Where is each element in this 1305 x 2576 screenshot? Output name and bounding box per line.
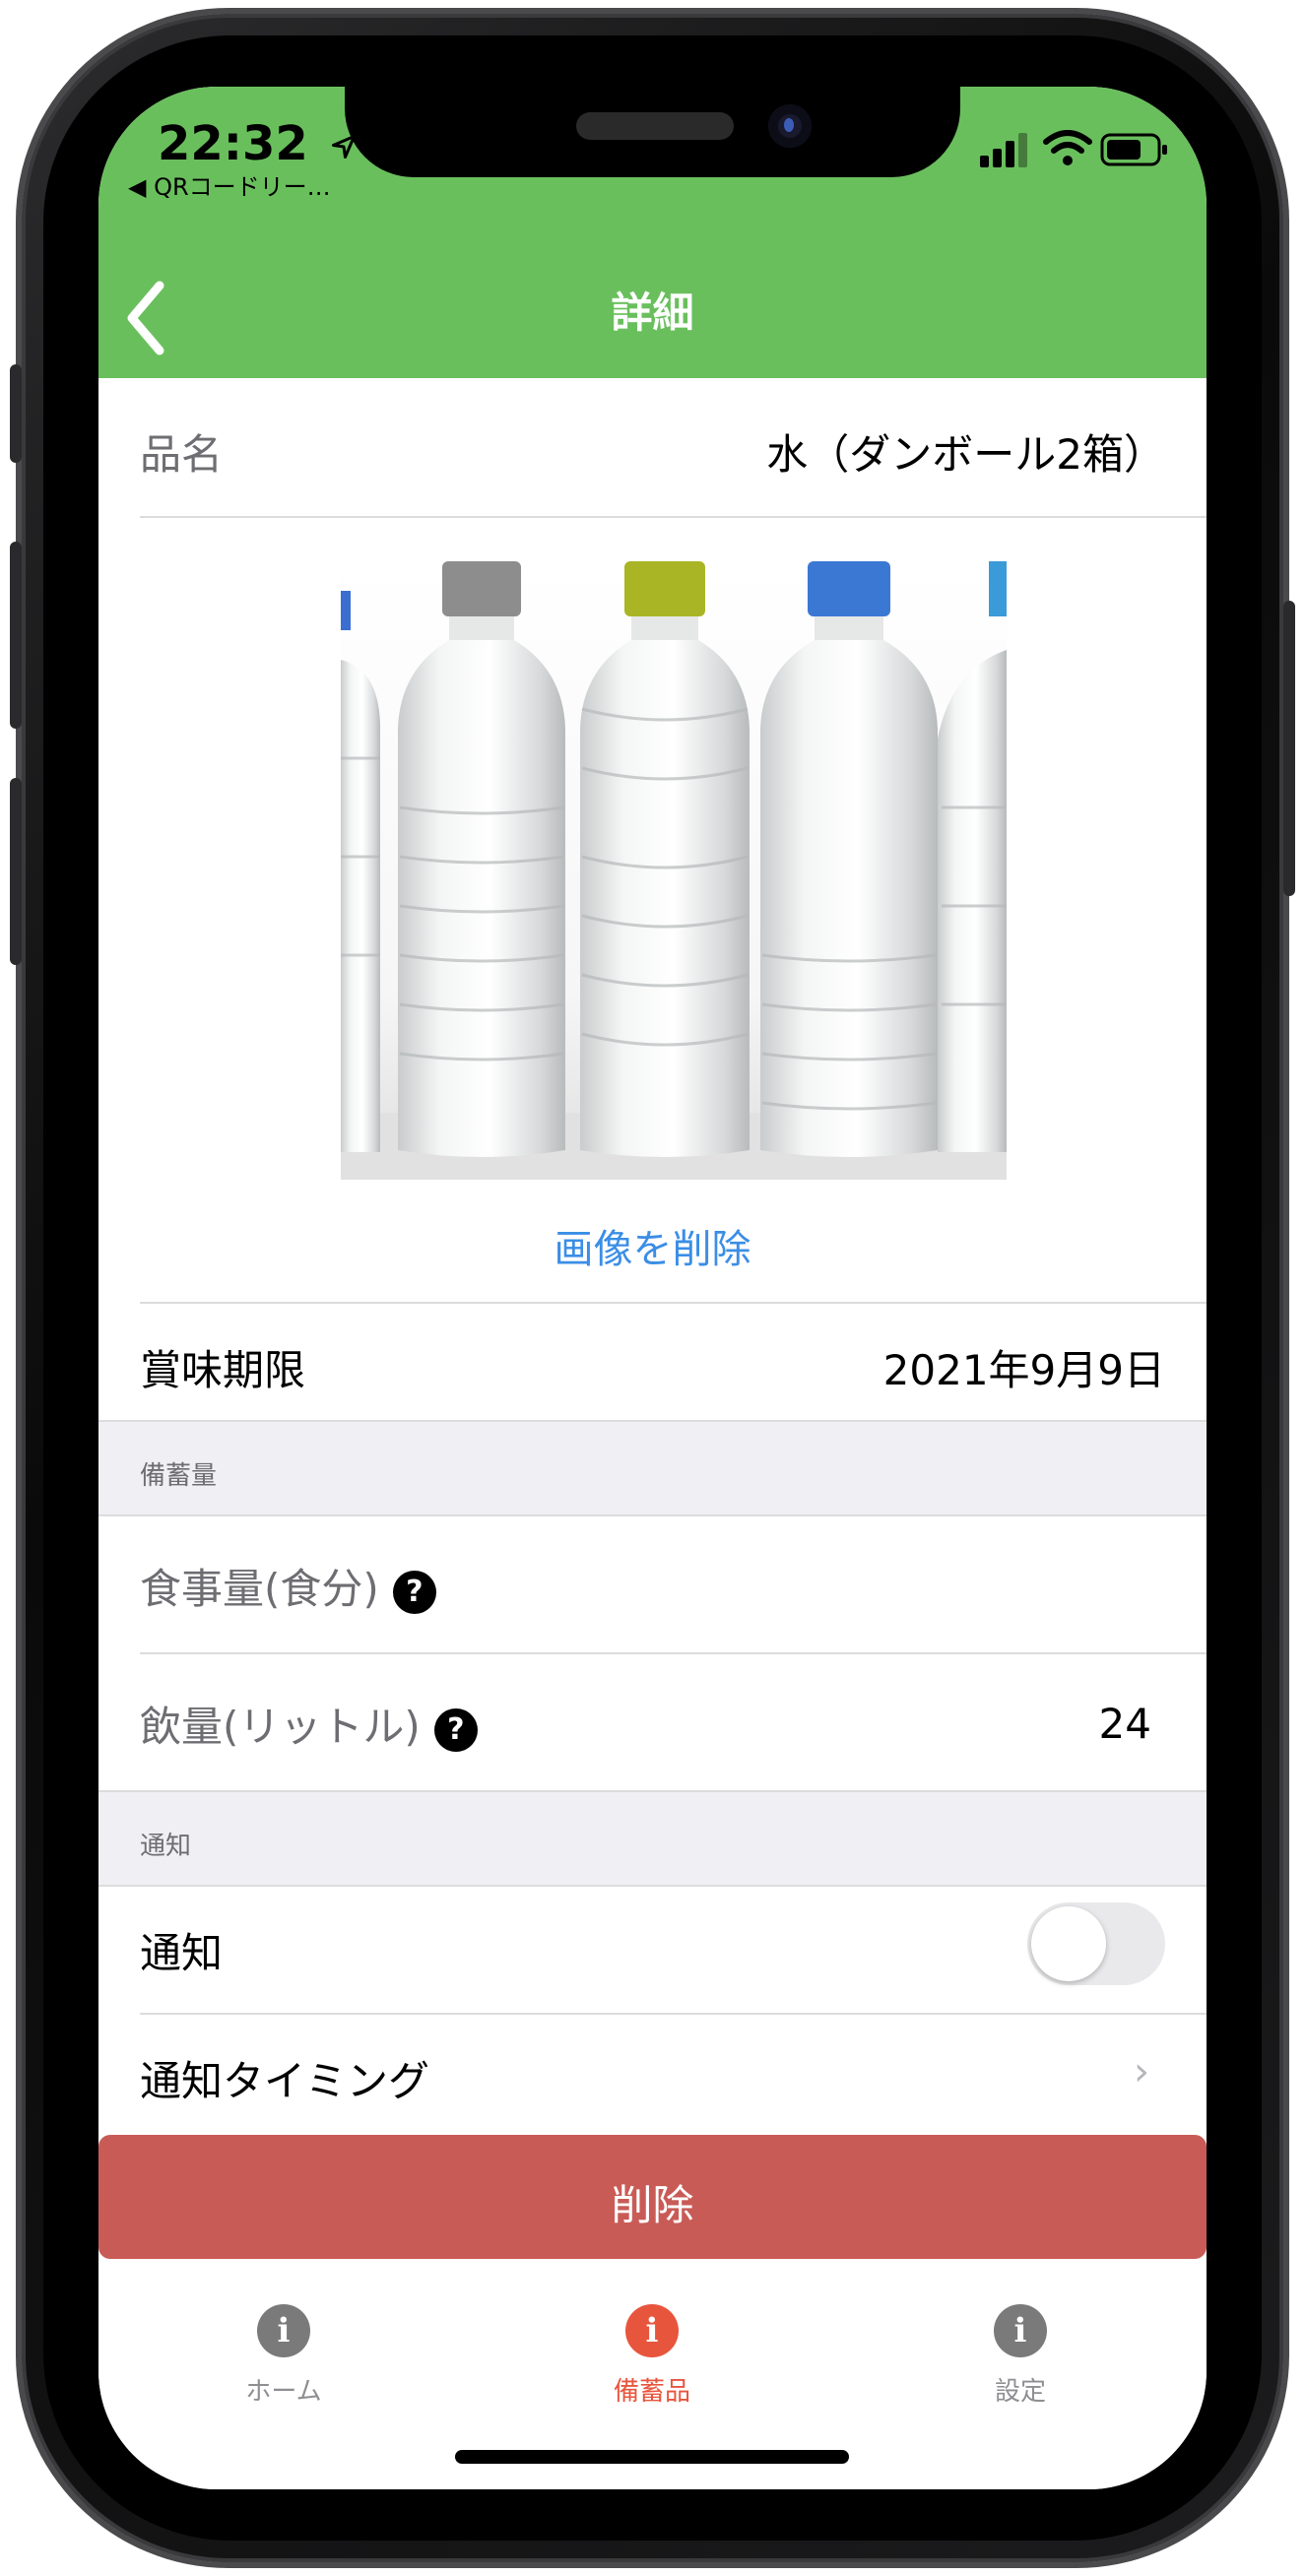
expiry-value[interactable]: 2021年9月9日 <box>883 1337 1165 1397</box>
volume-up-button <box>10 542 22 729</box>
mute-switch <box>10 364 22 463</box>
water-bottles-image <box>341 561 1007 1180</box>
meals-label: 食事量(食分)? <box>140 1556 436 1616</box>
chevron-right-icon: › <box>1134 2049 1149 2094</box>
tab-home[interactable]: i ホーム <box>185 2304 382 2408</box>
notify-section-header: 通知 <box>98 1792 1207 1885</box>
notify-section-title: 通知 <box>140 1832 192 1861</box>
product-photo[interactable] <box>341 561 1007 1180</box>
volume-down-button <box>10 778 22 965</box>
product-name-value[interactable]: 水（ダンボール2箱） <box>766 421 1165 482</box>
stock-section-title: 備蓄量 <box>140 1461 218 1491</box>
meals-row[interactable]: 食事量(食分)? <box>98 1516 1207 1652</box>
delete-button[interactable]: 削除 <box>98 2135 1207 2259</box>
divider <box>140 516 1207 518</box>
app-screen: 22:32 ◀ QRコードリー… 詳細 品名 水（ダンボール2箱） 画像を削除 … <box>98 87 1207 2489</box>
expiry-row[interactable]: 賞味期限 2021年9月9日 <box>98 1304 1207 1420</box>
drink-label: 飲量(リットル)? <box>140 1694 478 1754</box>
info-icon: i <box>257 2304 310 2357</box>
page-title: 詳細 <box>611 289 694 337</box>
tab-stock[interactable]: i 備蓄品 <box>554 2304 750 2408</box>
delete-image-button[interactable]: 画像を削除 <box>98 1217 1207 1274</box>
tab-settings[interactable]: i 設定 <box>922 2304 1119 2408</box>
cellular-signal-icon <box>980 133 1027 167</box>
expiry-label: 賞味期限 <box>140 1346 306 1394</box>
tab-label: 備蓄品 <box>613 2377 690 2407</box>
device-notch <box>345 87 960 177</box>
help-icon[interactable]: ? <box>392 1570 436 1614</box>
notify-label: 通知 <box>140 1929 224 1977</box>
status-indicators <box>980 130 1167 169</box>
toggle-knob <box>1031 1906 1106 1981</box>
delete-button-label: 削除 <box>611 2181 694 2229</box>
back-to-app-link[interactable]: ◀ QRコードリー… <box>128 167 331 202</box>
home-indicator[interactable] <box>455 2450 849 2464</box>
tab-label: ホーム <box>245 2377 322 2407</box>
battery-icon <box>1100 133 1167 166</box>
drink-row[interactable]: 飲量(リットル)? 24 <box>98 1654 1207 1790</box>
speaker-grille <box>576 112 734 140</box>
product-name-row[interactable]: 品名 水（ダンボール2箱） <box>98 378 1207 516</box>
stock-section-header: 備蓄量 <box>98 1422 1207 1514</box>
help-icon[interactable]: ? <box>433 1707 478 1752</box>
power-button <box>1283 601 1295 896</box>
status-time: 22:32 <box>158 116 359 171</box>
notify-timing-label: 通知タイミング <box>140 2057 430 2105</box>
meals-label-text: 食事量(食分) <box>140 1565 379 1613</box>
product-name-label: 品名 <box>140 430 224 479</box>
notify-timing-row[interactable]: 通知タイミング <box>98 2015 1207 2135</box>
notify-toggle[interactable] <box>1027 1902 1165 1985</box>
info-icon: i <box>994 2304 1047 2357</box>
tab-label: 設定 <box>994 2377 1046 2407</box>
info-icon: i <box>625 2304 679 2357</box>
drink-value[interactable]: 24 <box>1099 1700 1151 1748</box>
drink-label-text: 飲量(リットル) <box>140 1703 421 1751</box>
wifi-icon <box>1043 130 1092 165</box>
front-camera <box>768 104 812 148</box>
